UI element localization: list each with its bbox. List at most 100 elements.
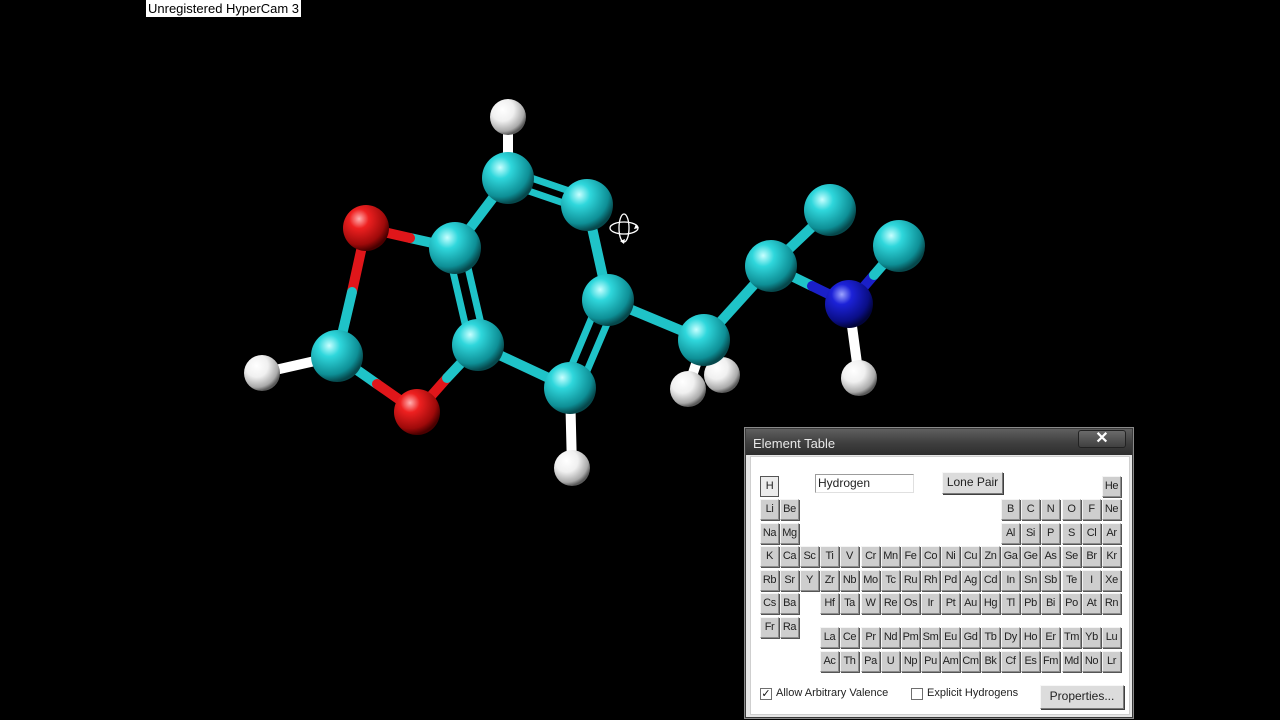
element-y-button[interactable]: Y xyxy=(800,570,819,591)
element-cs-button[interactable]: Cs xyxy=(760,593,779,614)
element-cl-button[interactable]: Cl xyxy=(1082,523,1101,544)
element-ba-button[interactable]: Ba xyxy=(780,593,799,614)
element-fe-button[interactable]: Fe xyxy=(901,546,920,567)
element-gd-button[interactable]: Gd xyxy=(961,627,980,648)
element-bk-button[interactable]: Bk xyxy=(981,651,1000,672)
element-n-button[interactable]: N xyxy=(1041,499,1060,520)
element-au-button[interactable]: Au xyxy=(961,593,980,614)
element-eu-button[interactable]: Eu xyxy=(941,627,960,648)
element-tm-button[interactable]: Tm xyxy=(1062,627,1081,648)
element-te-button[interactable]: Te xyxy=(1062,570,1081,591)
carbon-atom[interactable] xyxy=(745,240,797,292)
element-zr-button[interactable]: Zr xyxy=(820,570,839,591)
element-os-button[interactable]: Os xyxy=(901,593,920,614)
element-fm-button[interactable]: Fm xyxy=(1041,651,1060,672)
element-rb-button[interactable]: Rb xyxy=(760,570,779,591)
oxygen-atom[interactable] xyxy=(394,389,440,435)
hydrogen-atom[interactable] xyxy=(841,360,877,396)
element-cr-button[interactable]: Cr xyxy=(861,546,880,567)
element-ra-button[interactable]: Ra xyxy=(780,617,799,638)
element-ir-button[interactable]: Ir xyxy=(921,593,940,614)
element-tb-button[interactable]: Tb xyxy=(981,627,1000,648)
element-se-button[interactable]: Se xyxy=(1062,546,1081,567)
carbon-atom[interactable] xyxy=(452,319,504,371)
element-sn-button[interactable]: Sn xyxy=(1021,570,1040,591)
element-mg-button[interactable]: Mg xyxy=(780,523,799,544)
element-f-button[interactable]: F xyxy=(1082,499,1101,520)
element-am-button[interactable]: Am xyxy=(941,651,960,672)
element-pa-button[interactable]: Pa xyxy=(861,651,880,672)
carbon-atom[interactable] xyxy=(544,362,596,414)
element-hf-button[interactable]: Hf xyxy=(820,593,839,614)
element-nb-button[interactable]: Nb xyxy=(840,570,859,591)
properties-button[interactable]: Properties... xyxy=(1040,685,1124,709)
element-po-button[interactable]: Po xyxy=(1062,593,1081,614)
element-lr-button[interactable]: Lr xyxy=(1102,651,1121,672)
element-er-button[interactable]: Er xyxy=(1041,627,1060,648)
element-mn-button[interactable]: Mn xyxy=(881,546,900,567)
explicit-hydrogens-checkbox[interactable] xyxy=(911,688,923,700)
hydrogen-atom[interactable] xyxy=(554,450,590,486)
element-no-button[interactable]: No xyxy=(1082,651,1101,672)
element-s-button[interactable]: S xyxy=(1062,523,1081,544)
element-name-field[interactable]: Hydrogen xyxy=(815,474,914,493)
element-ag-button[interactable]: Ag xyxy=(961,570,980,591)
element-sc-button[interactable]: Sc xyxy=(800,546,819,567)
nitrogen-atom[interactable] xyxy=(825,280,873,328)
element-cf-button[interactable]: Cf xyxy=(1001,651,1020,672)
element-ac-button[interactable]: Ac xyxy=(820,651,839,672)
element-li-button[interactable]: Li xyxy=(760,499,779,520)
element-ta-button[interactable]: Ta xyxy=(840,593,859,614)
hydrogen-atom[interactable] xyxy=(670,371,706,407)
element-hg-button[interactable]: Hg xyxy=(981,593,1000,614)
carbon-atom[interactable] xyxy=(873,220,925,272)
allow-arbitrary-valence-checkbox[interactable]: ✓ xyxy=(760,688,772,700)
element-pt-button[interactable]: Pt xyxy=(941,593,960,614)
element-mo-button[interactable]: Mo xyxy=(861,570,880,591)
oxygen-atom[interactable] xyxy=(343,205,389,251)
element-co-button[interactable]: Co xyxy=(921,546,940,567)
element-nd-button[interactable]: Nd xyxy=(881,627,900,648)
element-ge-button[interactable]: Ge xyxy=(1021,546,1040,567)
element-th-button[interactable]: Th xyxy=(840,651,859,672)
element-be-button[interactable]: Be xyxy=(780,499,799,520)
element-at-button[interactable]: At xyxy=(1082,593,1101,614)
element-ca-button[interactable]: Ca xyxy=(780,546,799,567)
element-ti-button[interactable]: Ti xyxy=(820,546,839,567)
element-tc-button[interactable]: Tc xyxy=(881,570,900,591)
close-button[interactable]: ✕ xyxy=(1078,430,1126,448)
element-md-button[interactable]: Md xyxy=(1062,651,1081,672)
element-sr-button[interactable]: Sr xyxy=(780,570,799,591)
element-kr-button[interactable]: Kr xyxy=(1102,546,1121,567)
element-re-button[interactable]: Re xyxy=(881,593,900,614)
carbon-atom[interactable] xyxy=(429,222,481,274)
element-pb-button[interactable]: Pb xyxy=(1021,593,1040,614)
element-cu-button[interactable]: Cu xyxy=(961,546,980,567)
element-bi-button[interactable]: Bi xyxy=(1041,593,1060,614)
hydrogen-atom[interactable] xyxy=(490,99,526,135)
element-v-button[interactable]: V xyxy=(840,546,859,567)
element-w-button[interactable]: W xyxy=(861,593,880,614)
element-h-button[interactable]: H xyxy=(760,476,779,497)
element-p-button[interactable]: P xyxy=(1041,523,1060,544)
element-dy-button[interactable]: Dy xyxy=(1001,627,1020,648)
element-sm-button[interactable]: Sm xyxy=(921,627,940,648)
element-ar-button[interactable]: Ar xyxy=(1102,523,1121,544)
element-ni-button[interactable]: Ni xyxy=(941,546,960,567)
element-cd-button[interactable]: Cd xyxy=(981,570,1000,591)
element-ru-button[interactable]: Ru xyxy=(901,570,920,591)
element-i-button[interactable]: I xyxy=(1082,570,1101,591)
element-pd-button[interactable]: Pd xyxy=(941,570,960,591)
carbon-atom[interactable] xyxy=(482,152,534,204)
carbon-atom[interactable] xyxy=(311,330,363,382)
lone-pair-button[interactable]: Lone Pair xyxy=(942,472,1003,494)
element-c-button[interactable]: C xyxy=(1021,499,1040,520)
dialog-title-bar[interactable]: Element Table ✕ xyxy=(746,429,1132,455)
element-zn-button[interactable]: Zn xyxy=(981,546,1000,567)
element-sb-button[interactable]: Sb xyxy=(1041,570,1060,591)
carbon-atom[interactable] xyxy=(804,184,856,236)
element-br-button[interactable]: Br xyxy=(1082,546,1101,567)
element-fr-button[interactable]: Fr xyxy=(760,617,779,638)
element-k-button[interactable]: K xyxy=(760,546,779,567)
element-ho-button[interactable]: Ho xyxy=(1021,627,1040,648)
